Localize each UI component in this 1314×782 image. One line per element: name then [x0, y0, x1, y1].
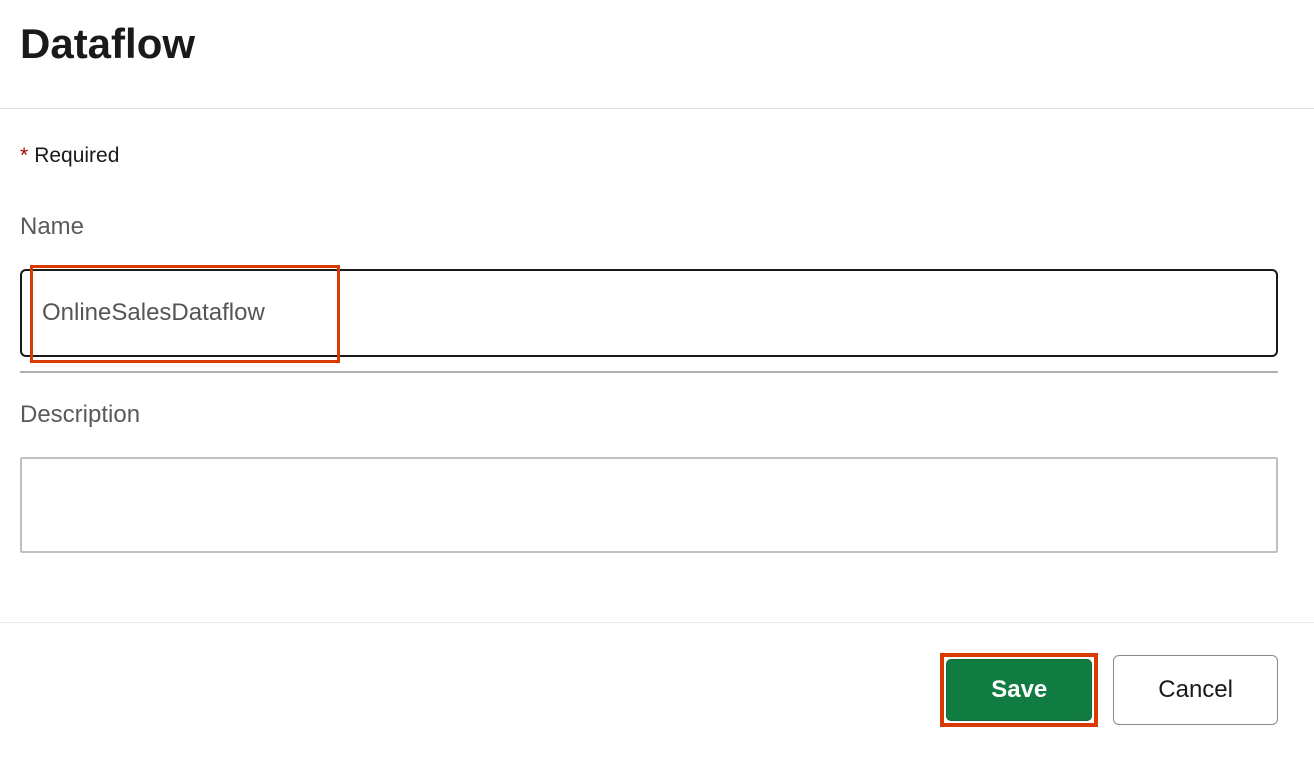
cancel-button[interactable]: Cancel [1113, 655, 1278, 725]
page-title: Dataflow [0, 0, 1314, 108]
description-input[interactable] [20, 457, 1278, 553]
form-section: * Required Name Description [0, 109, 1314, 588]
required-note: * Required [20, 144, 1294, 168]
save-button[interactable]: Save [946, 659, 1092, 721]
save-button-highlight-annotation: Save [940, 653, 1098, 727]
footer-actions: Save Cancel [0, 623, 1314, 727]
name-input-container [20, 269, 1294, 357]
name-underline [20, 371, 1278, 373]
description-label: Description [20, 401, 1294, 429]
name-input[interactable] [20, 269, 1278, 357]
required-asterisk-icon: * [20, 144, 28, 167]
name-label: Name [20, 213, 1294, 241]
required-text: Required [34, 144, 119, 167]
